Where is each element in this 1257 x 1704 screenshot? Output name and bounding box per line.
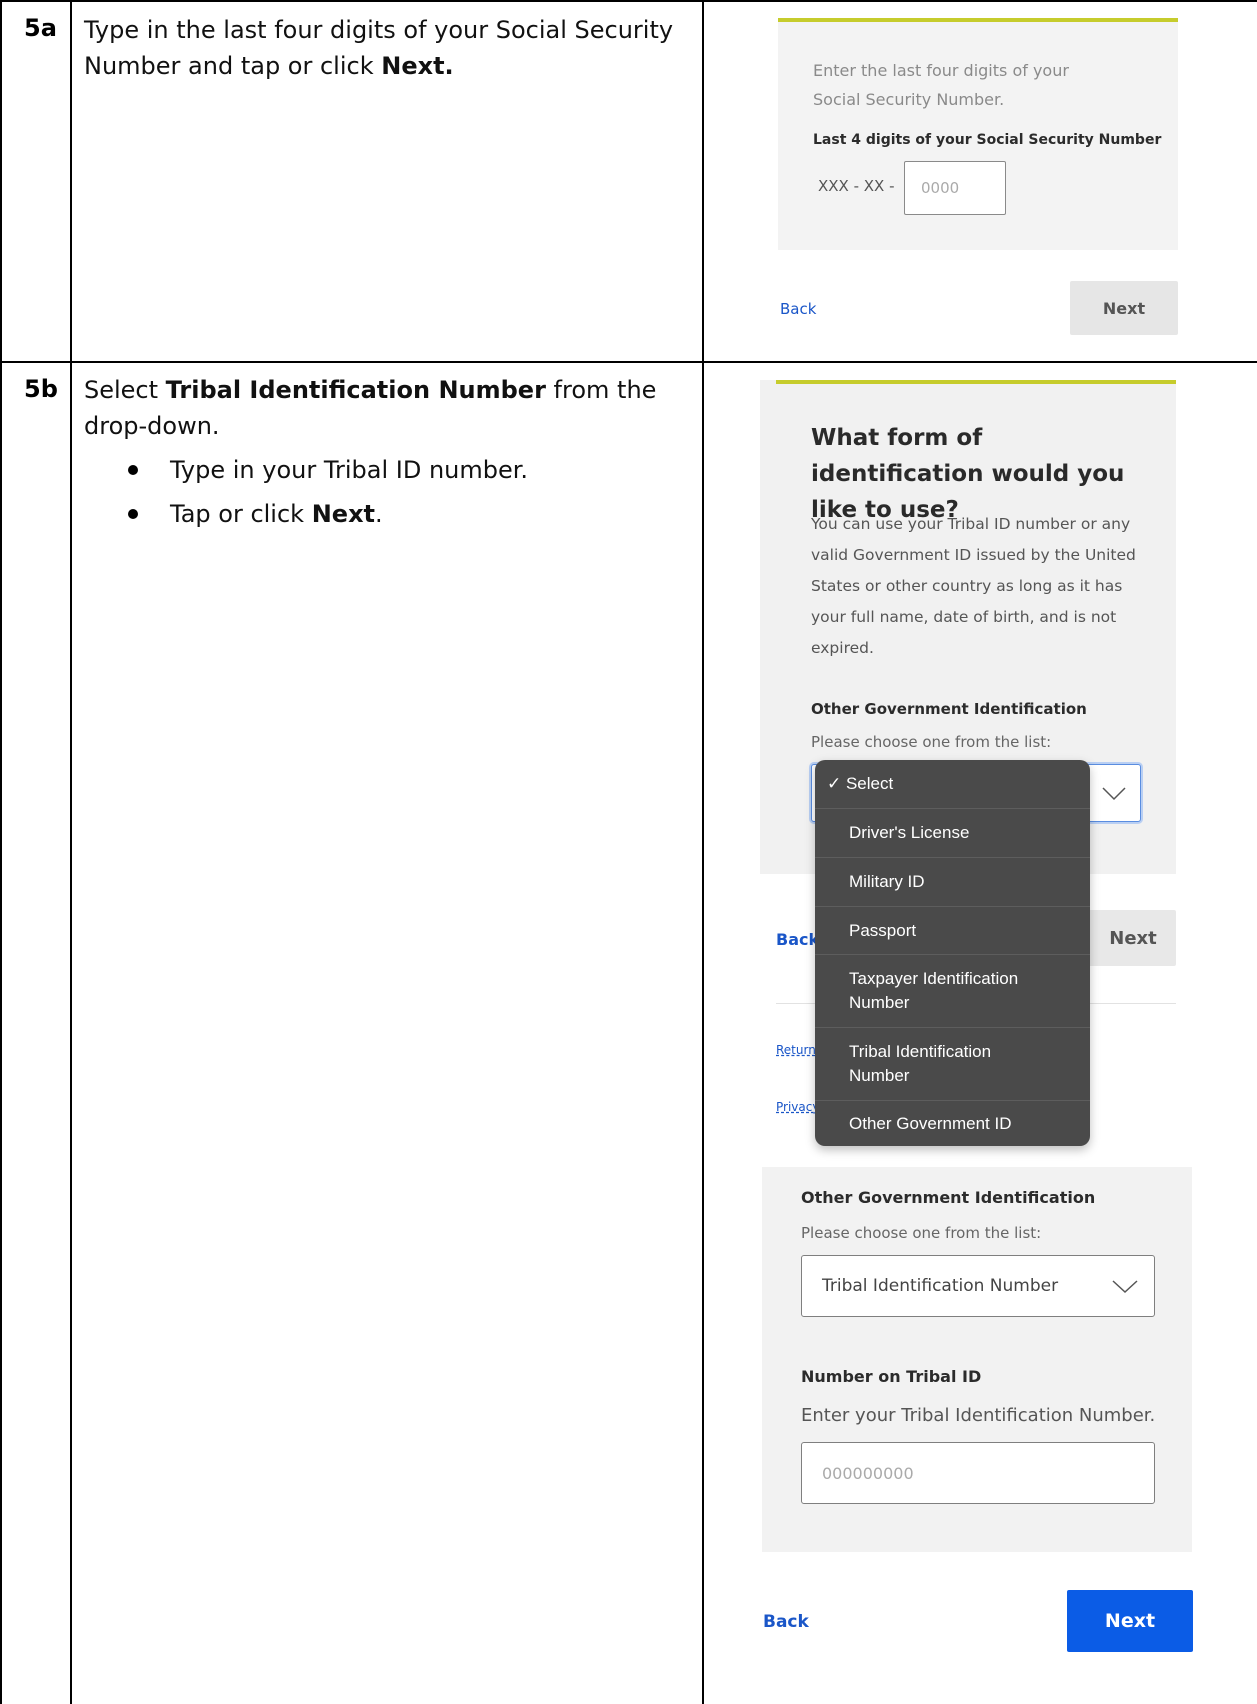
other-gov-id-label: Other Government Identification xyxy=(801,1188,1096,1207)
bullet-text: Type in your Tribal ID number. xyxy=(170,456,529,484)
instruction-text: Type in the last four digits of your Soc… xyxy=(84,16,674,80)
column-divider-2 xyxy=(702,0,704,1704)
table-border-top xyxy=(0,0,1257,2)
ssn-last4-input[interactable]: 0000 xyxy=(904,161,1006,215)
bullet-dot xyxy=(128,509,138,519)
step-number: 5a xyxy=(24,14,57,42)
instruction-text: Select xyxy=(84,376,166,404)
instruction-bold: Next. xyxy=(381,52,454,80)
column-divider-1 xyxy=(70,0,72,1704)
bullet-dot xyxy=(128,465,138,475)
step-number: 5b xyxy=(24,375,58,403)
choose-hint: Please choose one from the list: xyxy=(801,1224,1042,1242)
step-instruction: Select Tribal Identification Number from… xyxy=(84,372,684,536)
dropdown-option-drivers-license[interactable]: Driver's License xyxy=(815,808,1090,857)
instruction-bold: Tribal Identification Number xyxy=(165,376,546,404)
ssn-intro-text: Enter the last four digits of your Socia… xyxy=(813,61,1069,109)
footer-link-return[interactable]: Return xyxy=(776,1043,816,1057)
next-label: Next xyxy=(1109,927,1157,949)
instructions-table: 5a Type in the last four digits of your … xyxy=(0,0,1257,1704)
back-link[interactable]: Back xyxy=(780,300,816,318)
table-border-left xyxy=(0,0,2,1704)
bullet-item: Type in your Tribal ID number. xyxy=(128,448,684,492)
dropdown-option-taxpayer-id[interactable]: Taxpayer Identification Number xyxy=(815,954,1090,1027)
chevron-down-icon xyxy=(1112,1280,1138,1294)
row-divider xyxy=(0,361,1257,363)
next-button[interactable]: Next xyxy=(1070,281,1178,335)
ssn-placeholder: 0000 xyxy=(921,179,960,197)
footer-link-privacy[interactable]: Privacy xyxy=(776,1100,819,1114)
dropdown-option-other-gov-id[interactable]: Other Government ID xyxy=(815,1100,1090,1146)
chevron-down-icon xyxy=(1102,787,1126,801)
next-button[interactable]: Next xyxy=(1067,1590,1193,1652)
dropdown-option-military-id[interactable]: Military ID xyxy=(815,857,1090,906)
dropdown-option-select[interactable]: ✓ Select xyxy=(815,760,1090,808)
dropdown-option-tribal-id[interactable]: Tribal Identification Number xyxy=(815,1027,1090,1100)
ssn-field-label: Last 4 digits of your Social Security Nu… xyxy=(813,132,1162,148)
choose-hint: Please choose one from the list: xyxy=(811,733,1052,751)
selected-id-type: Tribal Identification Number xyxy=(822,1276,1059,1296)
bullet-text: . xyxy=(375,500,383,528)
bullet-text: Tap or click xyxy=(170,500,312,528)
tribal-id-number-input[interactable]: 000000000 xyxy=(801,1442,1155,1504)
back-link[interactable]: Back xyxy=(776,930,819,949)
bullet-item: Tap or click Next. xyxy=(128,492,684,536)
accent-bar xyxy=(778,18,1178,22)
tribal-number-label: Number on Tribal ID xyxy=(801,1367,982,1386)
ssn-prefix: XXX - XX - xyxy=(818,177,895,195)
dropdown-option-passport[interactable]: Passport xyxy=(815,906,1090,954)
bullet-bold: Next xyxy=(311,500,376,528)
accent-bar xyxy=(776,380,1176,384)
id-type-select[interactable]: Tribal Identification Number xyxy=(801,1255,1155,1317)
tribal-number-hint: Enter your Tribal Identification Number. xyxy=(801,1405,1156,1426)
back-link[interactable]: Back xyxy=(763,1612,809,1632)
instruction-bullets: Type in your Tribal ID number. Tap or cl… xyxy=(128,448,684,536)
id-form-body: You can use your Tribal ID number or any… xyxy=(811,515,1136,657)
tribal-id-placeholder: 000000000 xyxy=(822,1464,914,1483)
other-gov-id-label: Other Government Identification xyxy=(811,700,1087,718)
step-instruction: Type in the last four digits of your Soc… xyxy=(84,12,684,84)
id-type-dropdown-menu[interactable]: ✓ Select Driver's License Military ID Pa… xyxy=(815,760,1090,1146)
